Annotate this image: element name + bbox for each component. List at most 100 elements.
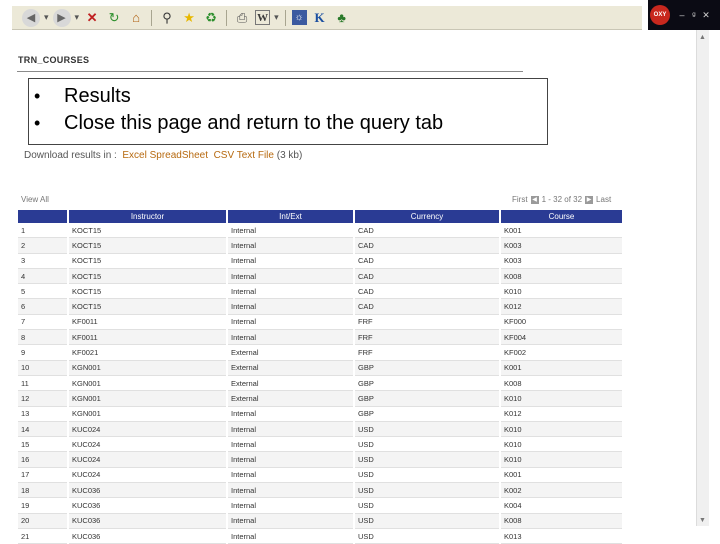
instructor-cell: KGN001 [68,360,228,376]
back-icon[interactable]: ◀ [22,8,40,27]
table-row[interactable]: 13 KGN001 Internal GBP K012 [18,406,624,422]
table-row[interactable]: 1 KOCT15 Internal CAD K001 [18,223,624,239]
back-dropdown-icon[interactable]: ▾ [44,12,49,23]
row-number-cell: 11 [18,375,69,392]
row-number-cell: 6 [18,298,69,315]
instructor-cell: KOCT15 [68,298,228,315]
minimize-button[interactable]: – [676,10,688,20]
table-header-row: Instructor Int/Ext Currency Course [18,210,624,223]
int-ext-cell: External [227,344,355,361]
table-row[interactable]: 19 KUC036 Internal USD K004 [18,497,624,514]
favorites-icon[interactable]: ★ [180,9,198,27]
course-cell: KF004 [500,329,624,346]
table-row[interactable]: 7 KF0011 Internal FRF KF000 [18,314,624,331]
course-cell: K012 [500,298,624,315]
instructor-cell: KOCT15 [68,237,228,254]
download-size: (3 kb) [276,150,303,161]
int-ext-cell: Internal [227,268,355,285]
close-button[interactable]: ✕ [700,10,712,21]
course-cell: K008 [500,375,624,392]
table-body: 1 KOCT15 Internal CAD K001 2 KOCT15 Internal CAD… [18,223,624,544]
row-number-cell: 8 [18,329,69,346]
table-row[interactable]: 21 KUC036 Internal USD K013 [18,528,624,544]
table-row[interactable]: 8 KF0011 Internal FRF KF004 [18,329,624,346]
table-row[interactable]: 3 KOCT15 Internal CAD K003 [18,253,624,269]
table-row[interactable]: 20 KUC036 Internal USD K008 [18,513,624,529]
row-number-cell: 20 [18,513,69,529]
instructor-cell: KF0021 [68,344,228,361]
pager-prev-icon[interactable]: ◀ [530,195,539,204]
excel-download-link[interactable]: Excel SpreadSheet [122,150,208,161]
pager-last-link[interactable]: Last [596,195,611,204]
course-cell: K010 [500,451,624,468]
table-row[interactable]: 2 KOCT15 Internal CAD K003 [18,237,624,254]
course-cell: K003 [500,253,624,269]
instructor-cell: KOCT15 [68,283,228,300]
history-icon[interactable]: ♻ [202,9,220,27]
edit-dropdown-icon[interactable]: ▾ [274,12,279,23]
currency-cell: GBP [354,375,501,392]
int-ext-cell: Internal [227,253,355,269]
column-header-int-ext[interactable]: Int/Ext [227,210,355,223]
table-row[interactable]: 6 KOCT15 Internal CAD K012 [18,298,624,315]
table-row[interactable]: 16 KUC024 Internal USD K010 [18,451,624,468]
int-ext-cell: Internal [227,451,355,468]
search-icon[interactable]: ⚲ [158,9,176,27]
currency-cell: CAD [354,268,501,285]
stop-icon[interactable]: ✕ [83,9,101,27]
restore-button[interactable]: ᵍ [688,10,700,20]
column-header-course[interactable]: Course [500,210,624,223]
scroll-up-icon[interactable]: ▲ [699,34,706,41]
print-icon[interactable]: ⎙ [233,9,251,27]
instructor-cell: KGN001 [68,406,228,422]
csv-download-link[interactable]: CSV Text File [214,150,274,161]
refresh-icon[interactable]: ↻ [105,9,123,27]
table-row[interactable]: 10 KGN001 External GBP K001 [18,360,624,376]
irc-icon[interactable]: ☼ [291,10,307,25]
callout-list: Results Close this page and return to th… [29,83,547,137]
int-ext-cell: Internal [227,237,355,254]
column-header-instructor[interactable]: Instructor [68,210,228,223]
forward-dropdown-icon[interactable]: ▾ [75,12,80,23]
scroll-down-icon[interactable]: ▼ [699,517,706,524]
currency-cell: CAD [354,223,501,239]
home-icon[interactable]: ⌂ [127,9,145,27]
currency-cell: USD [354,497,501,514]
table-row[interactable]: 9 KF0021 External FRF KF002 [18,344,624,361]
view-all-link[interactable]: View All [21,195,49,204]
course-cell: K010 [500,390,624,407]
results-table: Instructor Int/Ext Currency Course 1 KOCT… [18,210,624,544]
row-number-cell: 16 [18,451,69,468]
course-cell: K002 [500,482,624,499]
instructor-cell: KUC024 [68,451,228,468]
window-controls: OXY – ᵍ ✕ [648,0,720,30]
pager-next-icon[interactable]: ▶ [585,195,594,204]
course-cell: K003 [500,237,624,254]
download-links: Download results in : Excel SpreadSheet … [24,150,302,161]
row-number-cell: 14 [18,421,69,438]
int-ext-cell: Internal [227,406,355,422]
table-row[interactable]: 17 KUC024 Internal USD K001 [18,467,624,484]
table-row[interactable]: 4 KOCT15 Internal CAD K008 [18,268,624,285]
row-number-cell: 21 [18,528,69,544]
table-row[interactable]: 5 KOCT15 Internal CAD K010 [18,283,624,300]
course-cell: K010 [500,283,624,300]
msn-icon[interactable]: ♣ [333,9,351,27]
table-row[interactable]: 14 KUC024 Internal USD K010 [18,421,624,438]
vertical-scrollbar[interactable]: ▲ ▼ [696,30,709,526]
callout-item-results: Results [34,83,547,110]
row-number-cell: 12 [18,390,69,407]
word-icon[interactable]: W [255,10,271,25]
table-row[interactable]: 12 KGN001 External GBP K010 [18,390,624,407]
table-row[interactable]: 15 KUC024 Internal USD K010 [18,436,624,453]
pager-first-link[interactable]: First [512,195,528,204]
course-cell: K012 [500,406,624,422]
forward-icon[interactable]: ▶ [52,8,71,27]
table-row[interactable]: 18 KUC036 Internal USD K002 [18,482,624,499]
row-number-cell: 19 [18,497,69,514]
column-header-currency[interactable]: Currency [354,210,501,223]
row-number-cell: 3 [18,253,69,269]
table-row[interactable]: 11 KGN001 External GBP K008 [18,375,624,392]
ie-icon[interactable]: K [311,9,329,27]
pager: First ◀ 1 - 32 of 32 ▶ Last [512,195,611,204]
